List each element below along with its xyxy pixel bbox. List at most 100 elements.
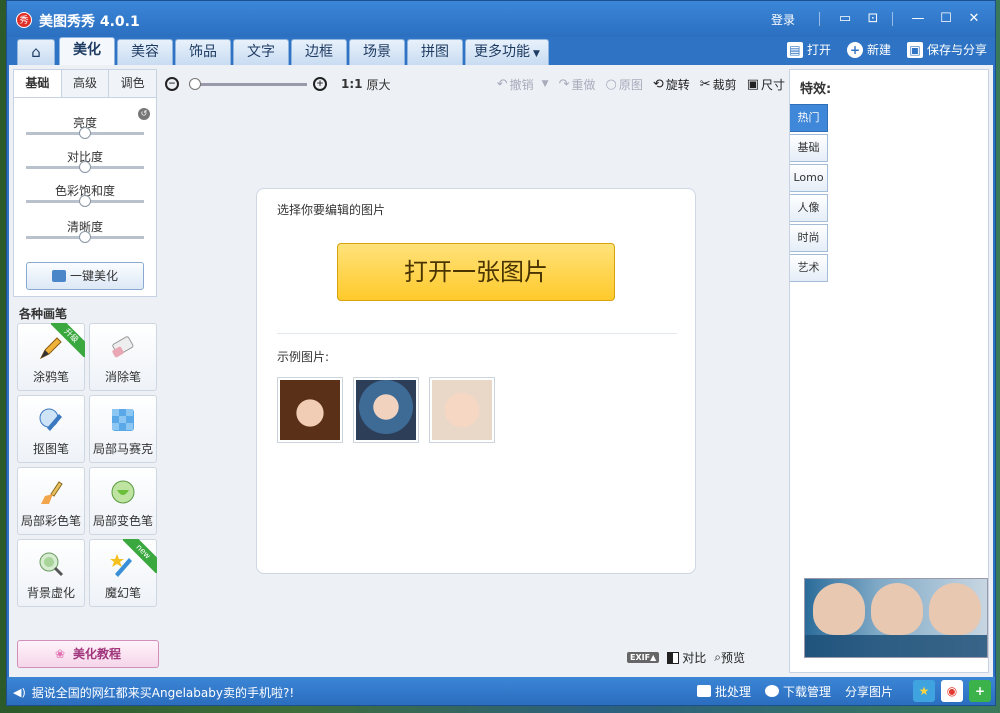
blur-icon [37, 550, 65, 578]
background-blur-button[interactable]: 背景虚化 [17, 539, 85, 607]
original-size-button[interactable]: 原大 [367, 76, 391, 93]
paw-icon: ❀ [54, 647, 66, 661]
category-portrait[interactable]: 人像 [790, 194, 828, 222]
category-basic[interactable]: 基础 [790, 134, 828, 162]
doodle-brush-button[interactable]: 涂鸦笔 升级 [17, 323, 85, 391]
crop-button[interactable]: ✂ 裁剪 [700, 76, 737, 93]
recolor-brush-button[interactable]: 局部变色笔 [89, 467, 157, 535]
category-art[interactable]: 艺术 [790, 254, 828, 282]
login-link[interactable]: 登录 [771, 11, 795, 28]
news-ticker[interactable]: ◀) 据说全国的网红都来买Angelababy卖的手机啦?! [13, 684, 294, 701]
chat-icon[interactable]: ▭ [834, 10, 856, 28]
close-icon[interactable]: ✕ [963, 10, 985, 28]
rotate-button[interactable]: ⟲ 旋转 [653, 76, 690, 93]
open-button[interactable]: ▤ 打开 [786, 41, 831, 58]
undo-button[interactable]: ↶ 撤销 ▼ [497, 76, 549, 93]
effects-title: 特效: [800, 82, 832, 97]
tab-accessories[interactable]: 饰品 [175, 39, 231, 65]
adjust-panel: 基础 高级 调色 ↺ 亮度 对比度 色彩饱和度 清晰度 一键美化 [13, 69, 157, 297]
eraser-icon [109, 334, 137, 362]
sample-image-2[interactable] [353, 377, 419, 443]
tab-beautify[interactable]: 美化 [59, 37, 115, 65]
app-title: 美图秀秀 4.0.1 [39, 14, 140, 30]
cutout-icon [37, 406, 65, 434]
plus-icon: + [846, 41, 863, 58]
brushes-title: 各种画笔 [19, 307, 68, 321]
chevron-down-icon[interactable]: ▼ [542, 79, 549, 89]
original-image-button[interactable]: ○ 原图 [605, 76, 642, 93]
redo-button[interactable]: ↷ 重做 [559, 76, 596, 93]
new-button[interactable]: + 新建 [846, 41, 891, 58]
category-hot[interactable]: 热门 [790, 104, 828, 132]
beautify-tutorial-button[interactable]: ❀ 美化教程 [17, 640, 159, 668]
zoom-knob[interactable] [189, 77, 201, 90]
promo-banner[interactable] [804, 578, 988, 658]
batch-button[interactable]: 批处理 [696, 683, 751, 700]
category-fashion[interactable]: 时尚 [790, 224, 828, 252]
one-click-label: 一键美化 [69, 269, 118, 283]
brush-label: 局部变色笔 [92, 514, 153, 528]
zoom-in-icon[interactable]: + [313, 77, 327, 91]
tab-more-label: 更多功能 [474, 44, 531, 60]
paintbrush-icon [37, 478, 65, 506]
contrast-slider[interactable]: 对比度 [26, 148, 144, 173]
card-title: 选择你要编辑的图片 [277, 203, 386, 217]
tab-more[interactable]: 更多功能 ▼ [465, 39, 549, 65]
sharpness-slider[interactable]: 清晰度 [26, 218, 144, 243]
save-icon: ▣ [906, 41, 923, 58]
save-share-button[interactable]: ▣ 保存与分享 [906, 41, 987, 58]
brush-label: 局部彩色笔 [20, 514, 81, 528]
mosaic-brush-button[interactable]: 局部马赛克 [89, 395, 157, 463]
category-lomo[interactable]: Lomo [790, 164, 828, 192]
open-image-button[interactable]: 打开一张图片 [337, 243, 615, 301]
tab-collage[interactable]: 拼图 [407, 39, 463, 65]
share-image-button[interactable]: 分享图片 [845, 683, 893, 700]
slider-knob[interactable] [79, 195, 91, 207]
saturation-slider[interactable]: 色彩饱和度 [26, 182, 144, 207]
tab-cosmetic[interactable]: 美容 [117, 39, 173, 65]
resize-button[interactable]: ▣ 尺寸 [747, 76, 785, 93]
zoom-out-icon[interactable]: − [165, 77, 179, 91]
compare-button[interactable]: 对比 [682, 649, 706, 666]
one-click-beautify-button[interactable]: 一键美化 [26, 262, 144, 290]
maximize-icon[interactable]: ☐ [935, 10, 957, 28]
ad-face [813, 583, 865, 635]
sample-image-1[interactable] [277, 377, 343, 443]
scissors-icon: ✂ [699, 76, 711, 92]
minimize-icon[interactable]: — [907, 10, 929, 28]
ratio-button[interactable]: 1:1 [341, 77, 363, 91]
tab-home[interactable]: ⌂ [17, 39, 55, 65]
divider [277, 333, 677, 334]
brightness-slider[interactable]: 亮度 [26, 114, 144, 139]
upgrade-badge: 升级 [51, 323, 85, 357]
tab-color[interactable]: 调色 [109, 70, 157, 97]
color-brush-button[interactable]: 局部彩色笔 [17, 467, 85, 535]
download-manager-button[interactable]: 下载管理 [764, 683, 831, 700]
zoom-slider[interactable] [189, 77, 307, 90]
tab-frame[interactable]: 边框 [291, 39, 347, 65]
magic-brush-button[interactable]: 魔幻笔 new [89, 539, 157, 607]
qzone-star-icon[interactable]: ★ [913, 680, 935, 702]
tab-scene[interactable]: 场景 [349, 39, 405, 65]
open-image-card: 选择你要编辑的图片 打开一张图片 示例图片: [256, 188, 696, 574]
exif-button[interactable]: EXIF▲ [627, 652, 660, 663]
brush-label: 魔幻笔 [104, 586, 141, 600]
slider-knob[interactable] [79, 161, 91, 173]
preview-button[interactable]: 预览 [721, 649, 745, 666]
download-icon [764, 685, 779, 697]
tab-basic[interactable]: 基础 [14, 70, 62, 97]
cutout-brush-button[interactable]: 抠图笔 [17, 395, 85, 463]
slider-knob[interactable] [79, 127, 91, 139]
feedback-icon[interactable]: ⊡ [862, 10, 884, 28]
tab-text[interactable]: 文字 [233, 39, 289, 65]
eraser-brush-button[interactable]: 消除笔 [89, 323, 157, 391]
add-icon[interactable]: + [969, 680, 991, 702]
mosaic-icon [109, 406, 137, 434]
weibo-icon[interactable]: ◉ [941, 680, 963, 702]
tab-advanced[interactable]: 高级 [61, 70, 110, 97]
canvas-toolbar: − + 1:1 原大 ↶ 撤销 ▼ ↷ 重做 ○ 原图 ⟲ 旋转 ✂ 裁剪 ▣ 尺寸 [165, 71, 785, 97]
ticker-text: 据说全国的网红都来买Angelababy卖的手机啦?! [31, 686, 295, 700]
home-icon: ⌂ [31, 43, 41, 61]
slider-knob[interactable] [79, 231, 91, 243]
sample-image-3[interactable] [429, 377, 495, 443]
